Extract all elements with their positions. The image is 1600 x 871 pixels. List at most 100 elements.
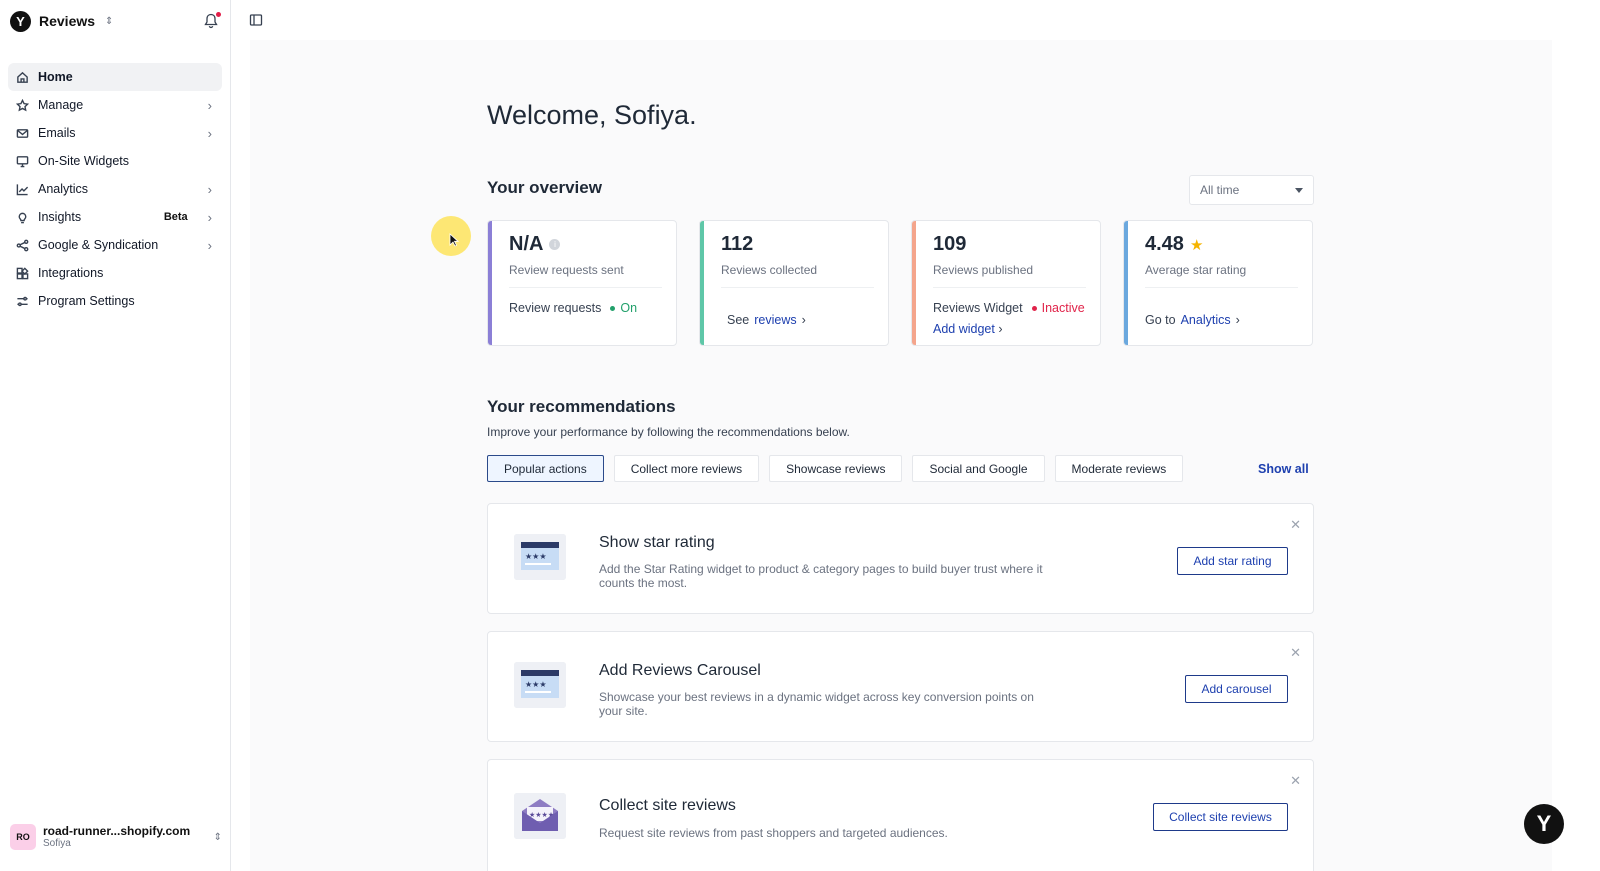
- stat-value: 109: [933, 233, 967, 255]
- status-label: Review requests: [509, 301, 602, 315]
- reviews-link[interactable]: reviews: [754, 313, 796, 327]
- recommendation-title: Add Reviews Carousel: [599, 662, 761, 679]
- analytics-link[interactable]: Analytics: [1181, 313, 1231, 327]
- settings-icon: [15, 294, 29, 308]
- close-icon[interactable]: ✕: [1290, 517, 1301, 533]
- updown-chevron-icon: ⇕: [213, 831, 222, 843]
- widget-status: Reviews Widget Inactive: [933, 301, 1085, 315]
- see-reviews-link[interactable]: See reviews ›: [727, 313, 806, 327]
- recommendation-title: Show star rating: [599, 534, 715, 551]
- app-title: Reviews: [39, 13, 96, 29]
- stat-label: Review requests sent: [509, 263, 624, 277]
- tab-collect-more-reviews[interactable]: Collect more reviews: [613, 455, 760, 482]
- chart-icon: [15, 182, 29, 196]
- nav-label: Analytics: [38, 182, 89, 196]
- stat-label: Average star rating: [1145, 263, 1247, 277]
- nav-item-home[interactable]: Home: [8, 63, 222, 91]
- stat-value: 112: [721, 233, 754, 255]
- show-all-link[interactable]: Show all: [1258, 462, 1309, 476]
- nav-item-emails[interactable]: Emails ›: [8, 119, 222, 147]
- tab-moderate-reviews[interactable]: Moderate reviews: [1054, 455, 1184, 482]
- envelope-icon: ★★★★: [514, 793, 566, 839]
- recommendation-tabs: Popular actions Collect more reviews Sho…: [487, 455, 1184, 482]
- chevron-right-icon: ›: [207, 97, 212, 113]
- chat-launcher-button[interactable]: Y: [1524, 804, 1564, 844]
- nav-label: On-Site Widgets: [38, 154, 130, 168]
- go-to-analytics-link[interactable]: Go to Analytics ›: [1145, 313, 1240, 327]
- beta-badge: Beta: [163, 211, 188, 223]
- chevron-right-icon: ›: [998, 322, 1003, 336]
- nav-label: Program Settings: [38, 294, 135, 308]
- recommendations-title: Your recommendations: [487, 397, 676, 416]
- card-accent-bar: [1124, 221, 1128, 345]
- collect-site-reviews-button[interactable]: Collect site reviews: [1153, 803, 1288, 831]
- stat-card-collected: 112 Reviews collected See reviews ›: [699, 220, 889, 346]
- timeframe-value: All time: [1200, 183, 1240, 197]
- share-icon: [15, 238, 29, 252]
- recommendation-text: Showcase your best reviews in a dynamic …: [599, 690, 1034, 718]
- card-accent-bar: [700, 221, 704, 345]
- nav-item-insights[interactable]: Insights Beta ›: [8, 203, 222, 231]
- nav-label: Emails: [38, 126, 76, 140]
- chevron-right-icon: ›: [207, 237, 212, 253]
- nav-label: Google & Syndication: [38, 238, 159, 252]
- add-star-rating-button[interactable]: Add star rating: [1177, 547, 1288, 575]
- nav-item-manage[interactable]: Manage ›: [8, 91, 222, 119]
- status-value: On: [620, 301, 638, 315]
- app-switcher[interactable]: Y Reviews ⇕: [10, 10, 113, 32]
- nav-label: Insights: [38, 210, 82, 224]
- chevron-right-icon: ›: [207, 209, 212, 225]
- add-carousel-button[interactable]: Add carousel: [1185, 675, 1288, 703]
- nav-item-program-settings[interactable]: Program Settings: [8, 287, 222, 315]
- welcome-heading: Welcome, Sofiya.: [487, 100, 697, 130]
- sidebar: Y Reviews ⇕ Home Manage › Emails › On-Si…: [0, 0, 231, 871]
- recommendation-text: Request site reviews from past shoppers …: [599, 826, 948, 840]
- overview-title: Your overview: [487, 178, 602, 197]
- nav-label: Home: [38, 70, 73, 84]
- account-switcher[interactable]: RO road-runner...shopify.com Sofiya ⇕: [10, 822, 222, 852]
- add-widget-link[interactable]: Add widget ›: [933, 322, 1003, 336]
- chevron-right-icon: ›: [1235, 313, 1240, 327]
- status-value: Inactive: [1041, 301, 1085, 315]
- timeframe-select[interactable]: All time: [1189, 175, 1314, 205]
- stat-value-wrap: N/A i: [509, 233, 561, 256]
- recommendations-description: Improve your performance by following th…: [487, 425, 850, 439]
- chevron-right-icon: ›: [207, 181, 212, 197]
- stat-value: N/A: [509, 233, 544, 255]
- notification-dot: [216, 12, 221, 17]
- yotpo-logo: Y: [10, 10, 31, 32]
- link-prefix: See: [727, 313, 750, 327]
- close-icon[interactable]: ✕: [1290, 645, 1301, 661]
- nav-item-on-site-widgets[interactable]: On-Site Widgets: [8, 147, 222, 175]
- nav-item-analytics[interactable]: Analytics ›: [8, 175, 222, 203]
- mouse-cursor-icon: [449, 233, 459, 247]
- review-requests-status: Review requests On: [509, 301, 637, 315]
- tab-showcase-reviews[interactable]: Showcase reviews: [769, 455, 903, 482]
- stat-card-requests: N/A i Review requests sent Review reques…: [487, 220, 677, 346]
- recommendation-card: ★★★ Add Reviews Carousel Showcase your b…: [487, 631, 1314, 742]
- recommendation-card: ★★★★ Collect site reviews Request site r…: [487, 759, 1314, 871]
- monitor-icon: [15, 154, 29, 168]
- star-icon: [15, 98, 29, 112]
- chevron-right-icon: ›: [801, 313, 806, 327]
- sidebar-toggle-icon[interactable]: [249, 13, 263, 27]
- account-user: Sofiya: [43, 837, 71, 849]
- nav-item-google-syndication[interactable]: Google & Syndication ›: [8, 231, 222, 259]
- tab-social-and-google[interactable]: Social and Google: [912, 455, 1045, 482]
- home-icon: [15, 70, 29, 84]
- star-rating-widget-icon: ★★★: [514, 534, 566, 580]
- card-accent-bar: [488, 221, 492, 345]
- account-info: road-runner...shopify.com Sofiya: [43, 824, 214, 850]
- nav-item-integrations[interactable]: Integrations: [8, 259, 222, 287]
- card-accent-bar: [912, 221, 916, 345]
- tab-popular-actions[interactable]: Popular actions: [487, 455, 604, 482]
- star-icon: ★: [1189, 236, 1204, 254]
- stat-label: Reviews collected: [721, 263, 818, 277]
- divider: [1145, 287, 1298, 288]
- nav-label: Integrations: [38, 266, 104, 280]
- chevron-right-icon: ›: [207, 125, 212, 141]
- close-icon[interactable]: ✕: [1290, 773, 1301, 789]
- divider: [509, 287, 662, 288]
- link-label: Add widget: [933, 322, 995, 336]
- info-icon[interactable]: i: [549, 239, 561, 250]
